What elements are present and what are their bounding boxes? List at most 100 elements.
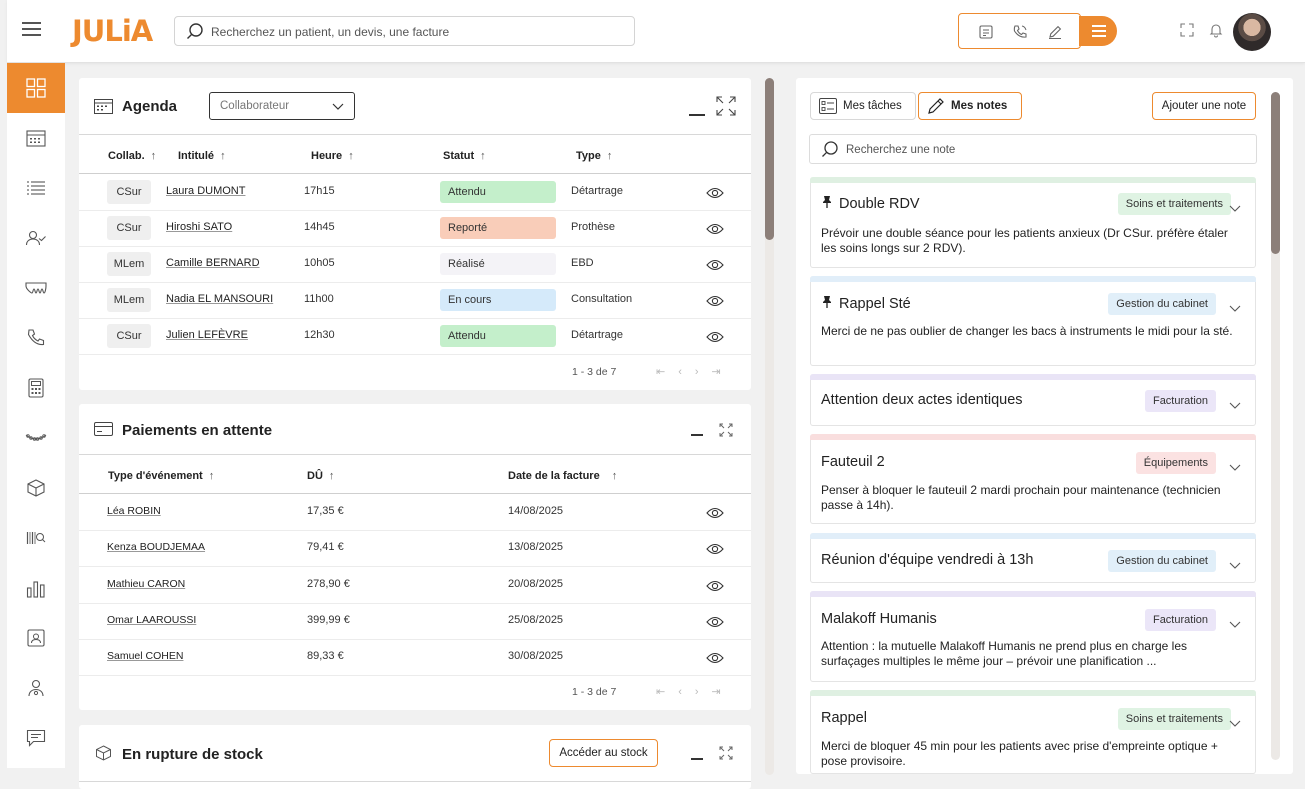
bell-icon[interactable] xyxy=(1208,22,1224,38)
fullscreen-icon[interactable] xyxy=(1179,22,1195,38)
pin-icon[interactable] xyxy=(821,195,833,213)
minimize-agenda-button[interactable] xyxy=(689,114,705,116)
col-statut[interactable]: Statut ↑ xyxy=(443,150,486,162)
payments-pager: 1 - 3 de 7 xyxy=(572,686,617,698)
invoice-icon[interactable] xyxy=(977,23,995,41)
col-invoice-date[interactable]: Date de la facture ↑ xyxy=(508,470,617,482)
chevron-down-icon[interactable] xyxy=(1229,459,1241,471)
chevron-down-icon[interactable] xyxy=(1229,397,1241,409)
sidebar-item-barcode[interactable] xyxy=(7,513,65,563)
list-icon xyxy=(27,181,45,195)
note-category-tag: Facturation xyxy=(1144,390,1216,412)
view-eye-icon[interactable] xyxy=(706,615,724,627)
notes-scrollbar-thumb[interactable] xyxy=(1271,92,1280,254)
note-search[interactable] xyxy=(809,134,1257,164)
box-icon xyxy=(96,745,111,761)
patient-link[interactable]: Mathieu CARON xyxy=(107,578,185,590)
sidebar-item-phone[interactable] xyxy=(7,313,65,363)
note-search-input[interactable] xyxy=(846,141,1246,159)
view-eye-icon[interactable] xyxy=(706,186,724,199)
edit-icon[interactable] xyxy=(1046,23,1064,41)
main-scrollbar-thumb[interactable] xyxy=(765,78,774,240)
view-eye-icon[interactable] xyxy=(706,579,724,591)
appointment-type: Détartrage xyxy=(571,329,623,341)
note-card[interactable]: Réunion d'équipe vendredi à 13h Gestion d… xyxy=(810,533,1256,583)
pin-icon[interactable] xyxy=(821,295,833,313)
view-eye-icon[interactable] xyxy=(706,651,724,664)
note-card[interactable]: Double RDV Soins et traitements Prévoir un… xyxy=(810,177,1256,268)
sidebar-item-stock[interactable] xyxy=(7,463,65,513)
col-intitule[interactable]: Intitulé ↑ xyxy=(178,150,226,162)
patient-link[interactable]: Kenza BOUDJEMAA xyxy=(107,541,205,553)
add-note-button[interactable]: Ajouter une note xyxy=(1152,92,1256,120)
tab-my-notes[interactable]: Mes notes xyxy=(918,92,1022,120)
chevron-down-icon[interactable] xyxy=(1229,557,1241,569)
divider xyxy=(79,493,751,494)
note-card[interactable]: Rappel Soins et traitements Merci de bloqu… xyxy=(810,690,1256,774)
minimize-payments-button[interactable] xyxy=(691,434,703,436)
expand-icon[interactable] xyxy=(719,746,733,760)
menu-icon[interactable] xyxy=(22,22,41,36)
sidebar-item-calculator[interactable] xyxy=(7,363,65,413)
go-to-stock-button[interactable]: Accéder au stock xyxy=(549,739,658,767)
payments-pager-nav[interactable]: ⇤‹›⇥ xyxy=(656,685,734,698)
col-type[interactable]: Type ↑ xyxy=(576,150,612,162)
chevron-down-icon[interactable] xyxy=(1229,616,1241,628)
collaborator-select[interactable]: Collaborateur xyxy=(209,92,355,120)
sidebar-item-dental-arch[interactable] xyxy=(7,413,65,463)
note-card[interactable]: Rappel Sté Gestion du cabinet Merci de ne … xyxy=(810,276,1256,366)
patient-link[interactable]: Laura DUMONT xyxy=(166,185,245,197)
chevron-down-icon[interactable] xyxy=(1229,715,1241,727)
sidebar-item-user-settings[interactable] xyxy=(7,663,65,713)
appointment-type: Prothèse xyxy=(571,221,616,233)
chart-icon xyxy=(26,581,45,598)
col-heure[interactable]: Heure ↑ xyxy=(311,150,354,162)
col-event-type[interactable]: Type d'événement ↑ xyxy=(108,470,214,482)
chevron-down-icon[interactable] xyxy=(1229,300,1241,312)
amount-due: 79,41 € xyxy=(307,541,344,554)
status-badge: Réalisé xyxy=(440,253,556,275)
sidebar-item-chat[interactable] xyxy=(7,713,65,763)
expand-icon[interactable] xyxy=(716,96,736,116)
view-eye-icon[interactable] xyxy=(706,506,724,519)
global-search[interactable] xyxy=(174,16,635,46)
chevron-down-icon[interactable] xyxy=(1229,200,1241,212)
patient-link[interactable]: Camille BERNARD xyxy=(166,257,260,269)
view-eye-icon[interactable] xyxy=(706,330,724,343)
sidebar-item-stats[interactable] xyxy=(7,563,65,613)
expand-icon[interactable] xyxy=(719,423,733,437)
sidebar-item-contacts[interactable] xyxy=(7,613,65,663)
patient-link[interactable]: Samuel COHEN xyxy=(107,650,183,662)
amount-due: 17,35 € xyxy=(307,505,344,517)
sidebar-item-dental[interactable] xyxy=(7,263,65,313)
sidebar-item-calendar[interactable] xyxy=(7,113,65,163)
row-divider xyxy=(79,675,751,677)
view-eye-icon[interactable] xyxy=(706,294,724,307)
user-avatar[interactable] xyxy=(1233,13,1271,51)
sidebar-item-dashboard[interactable] xyxy=(7,63,65,113)
quick-menu-button[interactable] xyxy=(1079,16,1117,46)
minimize-stock-button[interactable] xyxy=(691,758,703,760)
note-card[interactable]: Fauteuil 2 Équipements Penser à bloquer le… xyxy=(810,434,1256,524)
view-eye-icon[interactable] xyxy=(706,258,724,271)
agenda-pager-nav[interactable]: ⇤‹›⇥ xyxy=(656,365,734,378)
view-eye-icon[interactable] xyxy=(706,222,724,235)
note-card[interactable]: Malakoff Humanis Facturation Attention : l… xyxy=(810,591,1256,682)
sidebar-item-patients[interactable] xyxy=(7,213,65,263)
app-logo[interactable]: JULiA xyxy=(72,14,153,48)
col-collab[interactable]: Collab. ↑ xyxy=(108,150,156,162)
phone-call-icon[interactable] xyxy=(1011,23,1029,41)
patient-link[interactable]: Léa ROBIN xyxy=(107,505,161,517)
col-due[interactable]: DÛ ↑ xyxy=(307,470,334,482)
patient-link[interactable]: Julien LEFÈVRE xyxy=(166,329,248,341)
global-search-input[interactable] xyxy=(211,22,621,42)
note-color-bar xyxy=(810,690,1256,696)
note-card[interactable]: Attention deux actes identiques Facturati… xyxy=(810,374,1256,426)
tab-my-tasks[interactable]: Mes tâches xyxy=(810,92,916,120)
sidebar-item-list[interactable] xyxy=(7,163,65,213)
patient-link[interactable]: Omar LAAROUSSI xyxy=(107,614,196,626)
patient-link[interactable]: Nadia EL MANSOURI xyxy=(166,293,273,305)
view-eye-icon[interactable] xyxy=(706,542,724,555)
appointment-time: 11h00 xyxy=(304,293,334,305)
patient-link[interactable]: Hiroshi SATO xyxy=(166,221,232,233)
